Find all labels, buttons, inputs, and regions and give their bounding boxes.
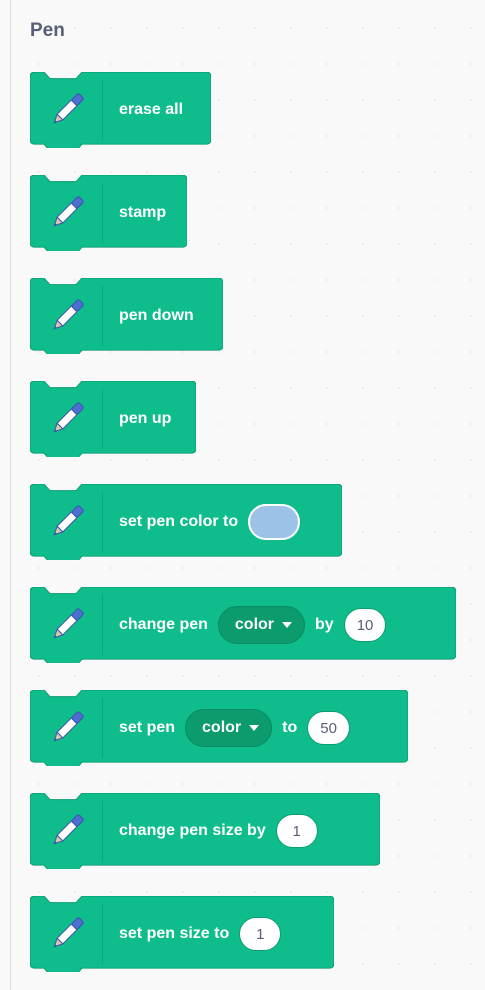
param-dropdown[interactable]: color: [217, 606, 306, 644]
pen-icon: [30, 896, 103, 972]
color-picker-swatch[interactable]: [248, 504, 301, 540]
stamp-block[interactable]: stamp: [30, 175, 187, 251]
block-label: set pen size to: [119, 925, 230, 942]
pen-icon: [30, 381, 103, 457]
block-label-to: to: [282, 719, 298, 736]
block-label: set pen color to: [119, 513, 239, 530]
pen-icon: [30, 278, 103, 354]
category-title: Pen: [30, 20, 65, 41]
change-pen-size-block[interactable]: change pen size by 1: [30, 793, 380, 869]
block-label: set pen: [119, 719, 176, 736]
pen-icon: [30, 175, 103, 251]
pen-icon: [30, 690, 103, 766]
number-input[interactable]: 10: [343, 608, 387, 642]
pen-icon: [30, 793, 103, 869]
caret-down-icon: [282, 622, 293, 628]
block-label: change pen: [119, 616, 208, 633]
change-pen-param-block[interactable]: change pen color by 10: [30, 587, 456, 663]
dropdown-value: color: [202, 719, 242, 736]
block-label: pen down: [119, 307, 194, 324]
set-pen-param-block[interactable]: set pen color to 50: [30, 690, 408, 766]
number-input[interactable]: 1: [275, 814, 318, 848]
block-label: change pen size by: [119, 822, 266, 839]
caret-down-icon: [249, 725, 260, 731]
block-label: stamp: [119, 204, 167, 221]
block-label: erase all: [119, 101, 184, 118]
pen-up-block[interactable]: pen up: [30, 381, 196, 457]
set-pen-color-block[interactable]: set pen color to: [30, 484, 342, 560]
block-label-by: by: [315, 616, 334, 633]
pen-icon: [30, 72, 103, 148]
number-input[interactable]: 1: [239, 917, 282, 951]
set-pen-size-block[interactable]: set pen size to 1: [30, 896, 334, 972]
param-dropdown[interactable]: color: [185, 709, 273, 747]
erase-all-block[interactable]: erase all: [30, 72, 211, 148]
number-input[interactable]: 50: [307, 711, 350, 745]
pen-icon: [30, 484, 103, 560]
pen-icon: [30, 587, 103, 663]
block-label: pen up: [119, 410, 172, 427]
dropdown-value: color: [234, 616, 275, 633]
pen-down-block[interactable]: pen down: [30, 278, 223, 354]
